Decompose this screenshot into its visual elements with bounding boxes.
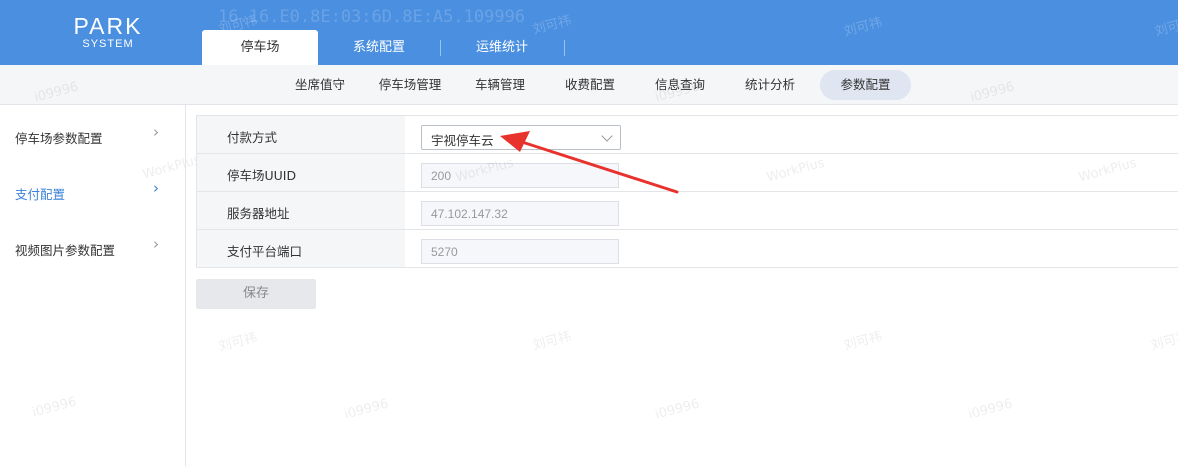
sidebar-item-label: 视频图片参数配置 [15,243,116,258]
form-row-server-address: 服务器地址 47.102.147.32 [196,192,1178,230]
watermark-text: i09996 [966,396,1015,423]
watermark-text: 刘可祎 [842,15,884,40]
watermark-text: 刘可祎 [531,329,573,354]
form-row-payment-method: 付款方式 宇视停车云 [196,116,1178,154]
tab-ops-statistics[interactable]: 运维统计 [441,30,563,65]
chevron-down-icon [601,130,613,142]
subnav-param-config[interactable]: 参数配置 [820,70,911,100]
form-row-payment-port: 支付平台端口 5270 [196,230,1178,268]
parking-uuid-input[interactable]: 200 [421,163,619,188]
watermark-text: 刘可祎 [842,329,884,354]
subnav-parking-management[interactable]: 停车场管理 [370,70,450,100]
watermark-text: i09996 [968,79,1017,106]
form-label-cell: 付款方式 [196,116,405,153]
payment-method-value: 宇视停车云 [431,133,494,148]
tab-parking-lot[interactable]: 停车场 [202,30,318,65]
form-label-cell: 支付平台端口 [196,230,405,267]
server-address-label: 服务器地址 [227,206,290,221]
watermark-text: 刘可祎 [1149,329,1178,354]
form-label-cell: 服务器地址 [196,192,405,229]
subnav-fee-config[interactable]: 收费配置 [554,70,626,100]
sidebar-item-label: 停车场参数配置 [15,131,103,146]
park-system-logo: PARK SYSTEM [70,14,146,50]
chevron-right-icon: › [153,235,159,253]
sub-navigation: 坐席值守 停车场管理 车辆管理 收费配置 信息查询 统计分析 参数配置 i099… [0,65,1178,106]
form-row-parking-uuid: 停车场UUID 200 [196,154,1178,192]
sidebar-item-label: 支付配置 [15,187,66,202]
subnav-seat-duty[interactable]: 坐席值守 [284,70,356,100]
watermark-text: 刘可祎 [1153,15,1178,40]
parking-uuid-label: 停车场UUID [227,168,297,183]
chevron-right-icon: › [153,123,159,141]
watermark-text: i09996 [342,396,391,423]
sidebar-item-parking-params[interactable]: 停车场参数配置 › [0,121,185,151]
payment-method-label: 付款方式 [227,130,278,145]
form-label-cell: 停车场UUID [196,154,405,191]
tab-system-config[interactable]: 系统配置 [318,30,440,65]
payment-port-input[interactable]: 5270 [421,239,619,264]
watermark-text: 刘可祎 [217,330,259,355]
top-header: 16.16.E0.8E:03:6D.8E:A5.109996 PARK SYST… [0,0,1178,65]
chevron-right-icon: › [153,179,159,197]
server-address-input[interactable]: 47.102.147.32 [421,201,619,226]
payment-port-label: 支付平台端口 [227,244,303,259]
sidebar: 停车场参数配置 › 支付配置 › 视频图片参数配置 › WorkPlus i09… [0,105,202,466]
payment-config-form: 付款方式 宇视停车云 停车场UUID 200 服务器地址 47.102.147.… [196,115,1178,268]
sidebar-item-video-params[interactable]: 视频图片参数配置 › [0,233,185,263]
save-button[interactable]: 保存 [196,279,316,309]
header-faint-text: 16.16.E0.8E:03:6D.8E:A5.109996 [218,7,526,27]
logo-line-1: PARK [73,13,143,39]
sidebar-item-payment-config[interactable]: 支付配置 › [0,177,185,207]
subnav-info-query[interactable]: 信息查询 [644,70,716,100]
subnav-statistics[interactable]: 统计分析 [734,70,806,100]
watermark-text: i09996 [32,79,81,106]
watermark-text: i09996 [30,394,79,421]
tab-divider [564,40,565,56]
payment-method-select[interactable]: 宇视停车云 [421,125,621,150]
subnav-vehicle-management[interactable]: 车辆管理 [464,70,536,100]
watermark-text: i09996 [653,396,702,423]
logo-line-2: SYSTEM [82,38,134,50]
